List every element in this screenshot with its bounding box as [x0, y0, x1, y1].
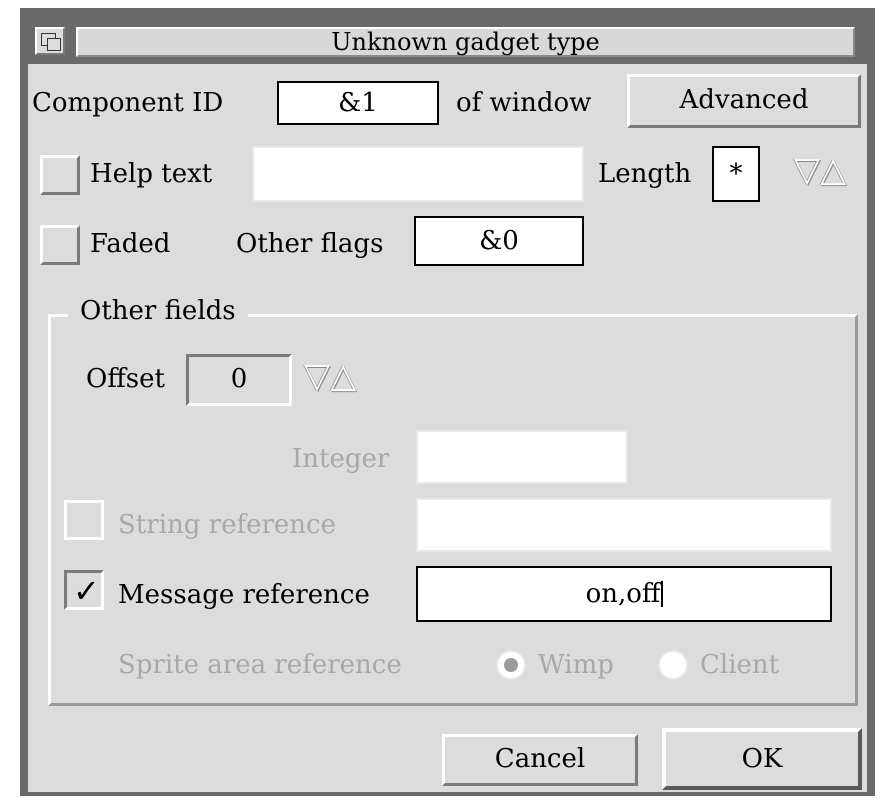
faded-label: Faded — [90, 229, 171, 259]
help-text-checkbox[interactable] — [40, 155, 80, 195]
sprite-area-reference-label: Sprite area reference — [118, 650, 402, 680]
ok-button[interactable]: OK — [662, 728, 862, 790]
client-radio[interactable] — [658, 650, 688, 680]
length-adjust-arrows-icon[interactable]: ▽△ — [794, 152, 846, 188]
cancel-button[interactable]: Cancel — [442, 734, 638, 786]
of-window-label: of window — [456, 88, 592, 118]
message-reference-value: on,off — [585, 579, 661, 609]
dialog-body: Component ID &1 of window Advanced Help … — [28, 64, 867, 792]
back-icon[interactable] — [35, 27, 65, 55]
component-id-field[interactable]: &1 — [277, 81, 439, 125]
component-id-label: Component ID — [32, 88, 224, 118]
faded-checkbox[interactable] — [40, 225, 80, 265]
offset-field[interactable]: 0 — [186, 354, 292, 406]
dialog-window: Unknown gadget type Component ID &1 of w… — [20, 8, 875, 796]
window-title[interactable]: Unknown gadget type — [76, 27, 855, 57]
wimp-radio[interactable] — [496, 650, 526, 680]
message-reference-field[interactable]: on,off — [416, 566, 832, 622]
offset-label: Offset — [86, 364, 165, 394]
title-bar: Unknown gadget type — [28, 22, 867, 60]
wimp-label: Wimp — [538, 650, 614, 680]
other-flags-field[interactable]: &0 — [414, 216, 584, 266]
client-label: Client — [700, 650, 780, 680]
tick-icon: ✓ — [73, 572, 100, 610]
offset-adjust-arrows-icon[interactable]: ▽△ — [304, 358, 356, 394]
message-reference-label: Message reference — [118, 580, 370, 610]
integer-label: Integer — [292, 444, 390, 474]
string-reference-label: String reference — [118, 510, 336, 540]
other-flags-label: Other flags — [236, 229, 384, 259]
length-label: Length — [598, 159, 692, 189]
help-text-label: Help text — [90, 159, 213, 189]
string-reference-checkbox[interactable] — [64, 500, 104, 540]
text-caret — [661, 581, 664, 607]
string-reference-field[interactable] — [416, 498, 832, 552]
help-text-field[interactable] — [252, 146, 584, 202]
other-fields-label: Other fields — [68, 296, 248, 326]
message-reference-checkbox[interactable]: ✓ — [64, 570, 104, 610]
advanced-button[interactable]: Advanced — [627, 74, 861, 128]
length-field[interactable]: * — [712, 146, 760, 202]
integer-field[interactable] — [416, 430, 628, 484]
